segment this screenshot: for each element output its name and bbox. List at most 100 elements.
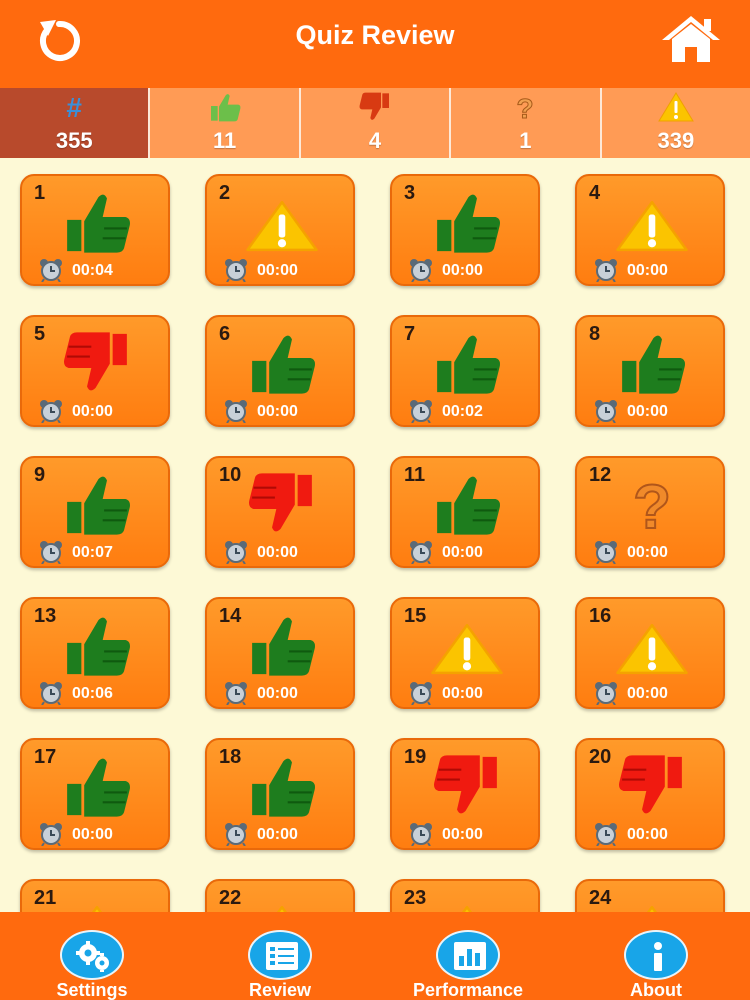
thumb-up-icon xyxy=(60,190,134,254)
page-title: Quiz Review xyxy=(295,20,455,50)
question-tile[interactable]: 1 00:04 xyxy=(20,174,170,286)
question-number: 15 xyxy=(404,605,427,627)
tab-performance[interactable]: Performance xyxy=(388,912,548,1000)
question-tile[interactable]: 18 00:00 xyxy=(205,738,355,850)
alarm-clock-icon xyxy=(408,822,434,847)
question-tile[interactable]: 14 00:00 xyxy=(205,597,355,709)
question-tile[interactable]: 23 xyxy=(390,879,540,912)
question-tile[interactable]: 22 xyxy=(205,879,355,912)
tab-performance-label: Performance xyxy=(412,980,524,1000)
question-number: 4 xyxy=(589,182,601,204)
stat-correct-value: 11 xyxy=(212,128,237,153)
warning-icon xyxy=(430,621,504,685)
alarm-clock-icon xyxy=(38,399,64,424)
bar-chart-icon xyxy=(454,942,486,970)
question-time: 00:00 xyxy=(442,826,483,843)
list-icon xyxy=(266,942,298,970)
thumb-down-icon xyxy=(60,331,134,395)
question-tile[interactable]: 9 00:07 xyxy=(20,456,170,568)
alarm-clock-icon xyxy=(223,540,249,565)
alarm-clock-icon xyxy=(223,258,249,283)
thumb-up-icon xyxy=(60,472,134,536)
stat-total-value: 355 xyxy=(55,128,93,153)
tab-settings-label: Settings xyxy=(56,980,128,1000)
thumb-up-icon xyxy=(430,190,504,254)
stat-wrong[interactable]: 4 xyxy=(300,88,452,158)
tab-review[interactable]: Review xyxy=(200,912,360,1000)
warning-icon xyxy=(430,903,504,912)
warning-icon xyxy=(60,903,134,912)
info-icon xyxy=(654,942,662,971)
question-time: 00:00 xyxy=(442,262,483,279)
alarm-clock-icon xyxy=(223,399,249,424)
alarm-clock-icon xyxy=(408,399,434,424)
question-tile[interactable]: 20 00:00 xyxy=(575,738,725,850)
question-number: 18 xyxy=(219,746,242,768)
question-tile[interactable]: 21 xyxy=(20,879,170,912)
question-number: 12 xyxy=(589,464,612,486)
question-number: 9 xyxy=(34,464,46,486)
thumb-down-icon xyxy=(430,754,504,818)
question-number: 5 xyxy=(34,323,46,345)
thumb-up-icon xyxy=(430,331,504,395)
stat-correct[interactable]: 11 xyxy=(150,88,301,158)
stat-unanswered-value: 339 xyxy=(657,128,695,153)
question-tile[interactable]: 7 00:02 xyxy=(390,315,540,427)
warning-icon xyxy=(245,198,319,262)
tab-about-label: About xyxy=(630,980,682,1000)
question-tile[interactable]: 17 00:00 xyxy=(20,738,170,850)
alarm-clock-icon xyxy=(593,540,619,565)
question-tile[interactable]: 11 00:00 xyxy=(390,456,540,568)
thumb-up-icon xyxy=(430,472,504,536)
tab-about[interactable]: About xyxy=(576,912,736,1000)
question-number: 7 xyxy=(404,323,416,345)
question-tile[interactable]: 4 00:00 xyxy=(575,174,725,286)
question-tile[interactable]: 16 00:00 xyxy=(575,597,725,709)
question-number: 10 xyxy=(219,464,242,486)
question-tile[interactable]: 24 xyxy=(575,879,725,912)
question-time: 00:00 xyxy=(72,826,113,843)
alarm-clock-icon xyxy=(408,540,434,565)
question-number: 20 xyxy=(589,746,612,768)
question-tile[interactable]: 6 00:00 xyxy=(205,315,355,427)
question-tile[interactable]: 19 00:00 xyxy=(390,738,540,850)
hash-icon: # xyxy=(66,92,82,123)
question-tile[interactable]: 3 00:00 xyxy=(390,174,540,286)
question-tile[interactable]: 10 00:00 xyxy=(205,456,355,568)
question-tile[interactable]: 2 00:00 xyxy=(205,174,355,286)
alarm-clock-icon xyxy=(593,399,619,424)
stat-total[interactable]: # 355 xyxy=(0,88,151,158)
question-tile[interactable]: 12? 00:00 xyxy=(575,456,725,568)
warning-icon xyxy=(245,903,319,912)
question-time: 00:00 xyxy=(627,544,668,561)
stat-unanswered[interactable]: 339 xyxy=(601,88,750,158)
warning-icon xyxy=(657,92,694,122)
alarm-clock-icon xyxy=(408,258,434,283)
alarm-clock-icon xyxy=(38,822,64,847)
alarm-clock-icon xyxy=(38,258,64,283)
thumb-up-icon xyxy=(210,94,241,122)
gears-icon xyxy=(76,941,109,972)
question-number: 6 xyxy=(219,323,231,345)
thumb-up-icon xyxy=(60,754,134,818)
question-number: 11 xyxy=(404,464,426,486)
stat-unsure[interactable]: ? 1 xyxy=(451,88,602,158)
question-time: 00:04 xyxy=(72,262,113,279)
question-icon: ? xyxy=(516,93,534,123)
question-tile[interactable]: 15 00:00 xyxy=(390,597,540,709)
tab-bar: Settings Review Performance About xyxy=(0,912,750,1000)
thumb-down-icon xyxy=(245,472,319,536)
home-icon[interactable] xyxy=(660,14,722,64)
alarm-clock-icon xyxy=(593,258,619,283)
question-time: 00:00 xyxy=(257,544,298,561)
tab-settings[interactable]: Settings xyxy=(12,912,172,1000)
question-time: 00:00 xyxy=(442,685,483,702)
stats-bar: # 355 11 4 ? 1 339 xyxy=(0,88,750,158)
question-tile[interactable]: 8 00:00 xyxy=(575,315,725,427)
warning-icon xyxy=(615,198,689,262)
alarm-clock-icon xyxy=(38,681,64,706)
svg-text:?: ? xyxy=(633,473,671,536)
question-tile[interactable]: 13 00:06 xyxy=(20,597,170,709)
question-tile[interactable]: 5 00:00 xyxy=(20,315,170,427)
stat-wrong-value: 4 xyxy=(368,128,382,153)
